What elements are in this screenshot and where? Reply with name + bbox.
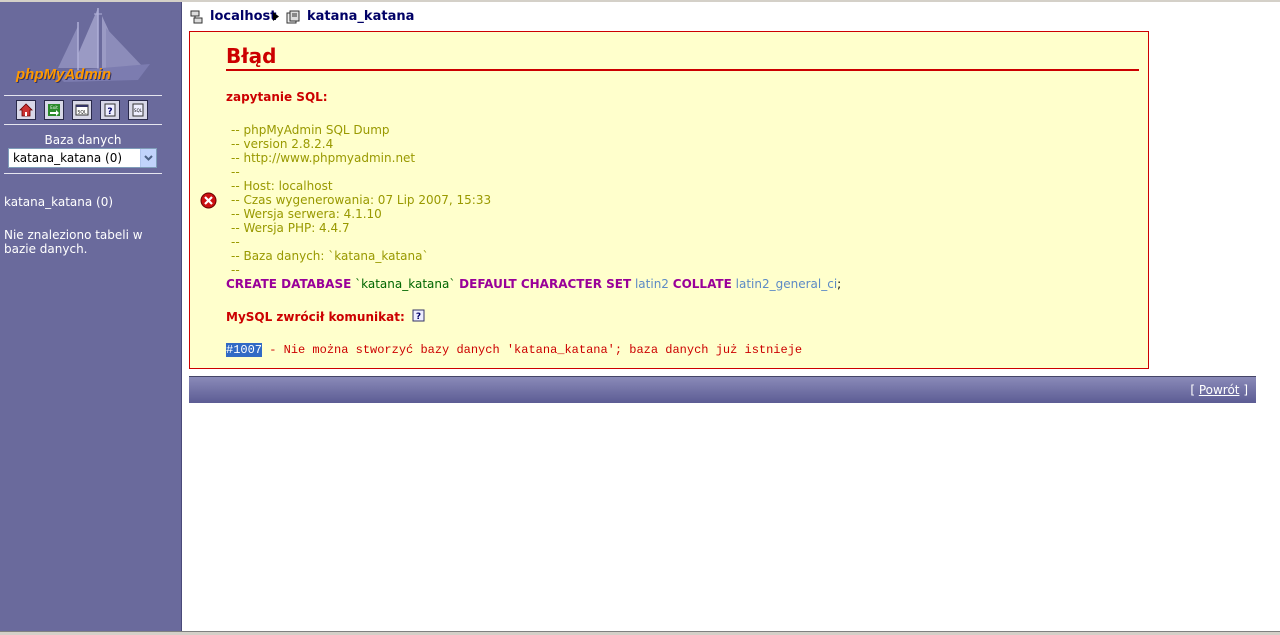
back-link[interactable]: Powrót xyxy=(1199,383,1240,397)
error-code[interactable]: #1007 xyxy=(226,343,263,357)
phpmyadmin-logo[interactable]: phpMyAdmin xyxy=(14,6,154,90)
back-bar: [ Powrót ] xyxy=(189,376,1256,403)
breadcrumb-database[interactable]: katana_katana xyxy=(307,9,414,24)
help-icon: ? xyxy=(104,103,116,117)
sidebar-divider xyxy=(4,124,162,125)
sql-charset-value: latin2 xyxy=(634,277,669,291)
database-label: Baza danych xyxy=(44,133,122,147)
svg-text:SQL: SQL xyxy=(134,108,143,113)
window-frame-bottom xyxy=(0,631,1280,635)
sql-terminator: ; xyxy=(837,277,842,291)
sidebar-divider xyxy=(4,95,162,96)
sql-statement: CREATE DATABASE `katana_katana` DEFAULT … xyxy=(226,277,841,291)
svg-text:SQL: SQL xyxy=(78,110,87,116)
svg-text:?: ? xyxy=(107,107,112,117)
sql-keyword: COLLATE xyxy=(672,277,732,291)
sql-dump-comments: -- phpMyAdmin SQL Dump -- version 2.8.2.… xyxy=(231,123,492,277)
triangle-right-icon xyxy=(273,12,279,21)
exit-button[interactable]: Exit xyxy=(44,100,64,120)
breadcrumb-server[interactable]: localhost xyxy=(210,9,276,24)
back-link-wrapper: [ Powrót ] xyxy=(1190,383,1248,397)
sql-query-label: zapytanie SQL: xyxy=(226,90,328,104)
sql-docs-icon: SQL xyxy=(132,103,144,117)
sql-keyword: CREATE DATABASE xyxy=(226,277,352,291)
window-frame-top xyxy=(0,0,1280,2)
bracket-open: [ xyxy=(1190,383,1199,397)
dropdown-arrow[interactable] xyxy=(140,149,156,167)
database-select-value: katana_katana (0) xyxy=(13,151,123,165)
mysql-response-label: MySQL zwrócił komunikat: xyxy=(226,310,405,324)
sql-query-button[interactable]: SQL xyxy=(72,100,92,120)
sql-query-icon: SQL xyxy=(75,104,89,116)
sidebar-divider xyxy=(4,173,162,174)
mysql-error-message: #1007 - Nie można stworzyć bazy danych '… xyxy=(226,343,802,357)
sql-identifier: `katana_katana` xyxy=(355,277,456,291)
sql-keyword: DEFAULT CHARACTER SET xyxy=(459,277,632,291)
sql-docs-button[interactable]: SQL xyxy=(128,100,148,120)
error-title-underline xyxy=(226,69,1139,71)
error-icon xyxy=(200,192,217,209)
documentation-help-icon[interactable]: ? xyxy=(412,309,425,322)
left-nav-panel: phpMyAdmin Exit SQL ? SQL Baza danych ka… xyxy=(0,2,182,631)
exit-icon: Exit xyxy=(48,104,60,116)
chevron-down-icon xyxy=(144,155,153,161)
no-tables-message: Nie znaleziono tabeli w bazie danych. xyxy=(4,228,143,256)
error-box: Błąd zapytanie SQL: -- phpMyAdmin SQL Du… xyxy=(189,31,1149,369)
sidebar-database-name[interactable]: katana_katana (0) xyxy=(4,195,113,209)
svg-text:Exit: Exit xyxy=(50,105,58,110)
database-icon xyxy=(286,10,300,24)
database-select[interactable]: katana_katana (0) xyxy=(8,148,157,168)
help-button[interactable]: ? xyxy=(100,100,120,120)
logo-text: phpMyAdmin xyxy=(16,66,111,83)
error-title: Błąd xyxy=(226,44,277,68)
server-icon xyxy=(190,10,203,24)
home-button[interactable] xyxy=(16,100,36,120)
svg-text:?: ? xyxy=(416,312,421,322)
bracket-close: ] xyxy=(1239,383,1248,397)
home-icon xyxy=(19,103,33,117)
sql-collate-value: latin2_general_ci xyxy=(735,277,838,291)
error-text: - Nie można stworzyć bazy danych 'katana… xyxy=(262,343,803,357)
